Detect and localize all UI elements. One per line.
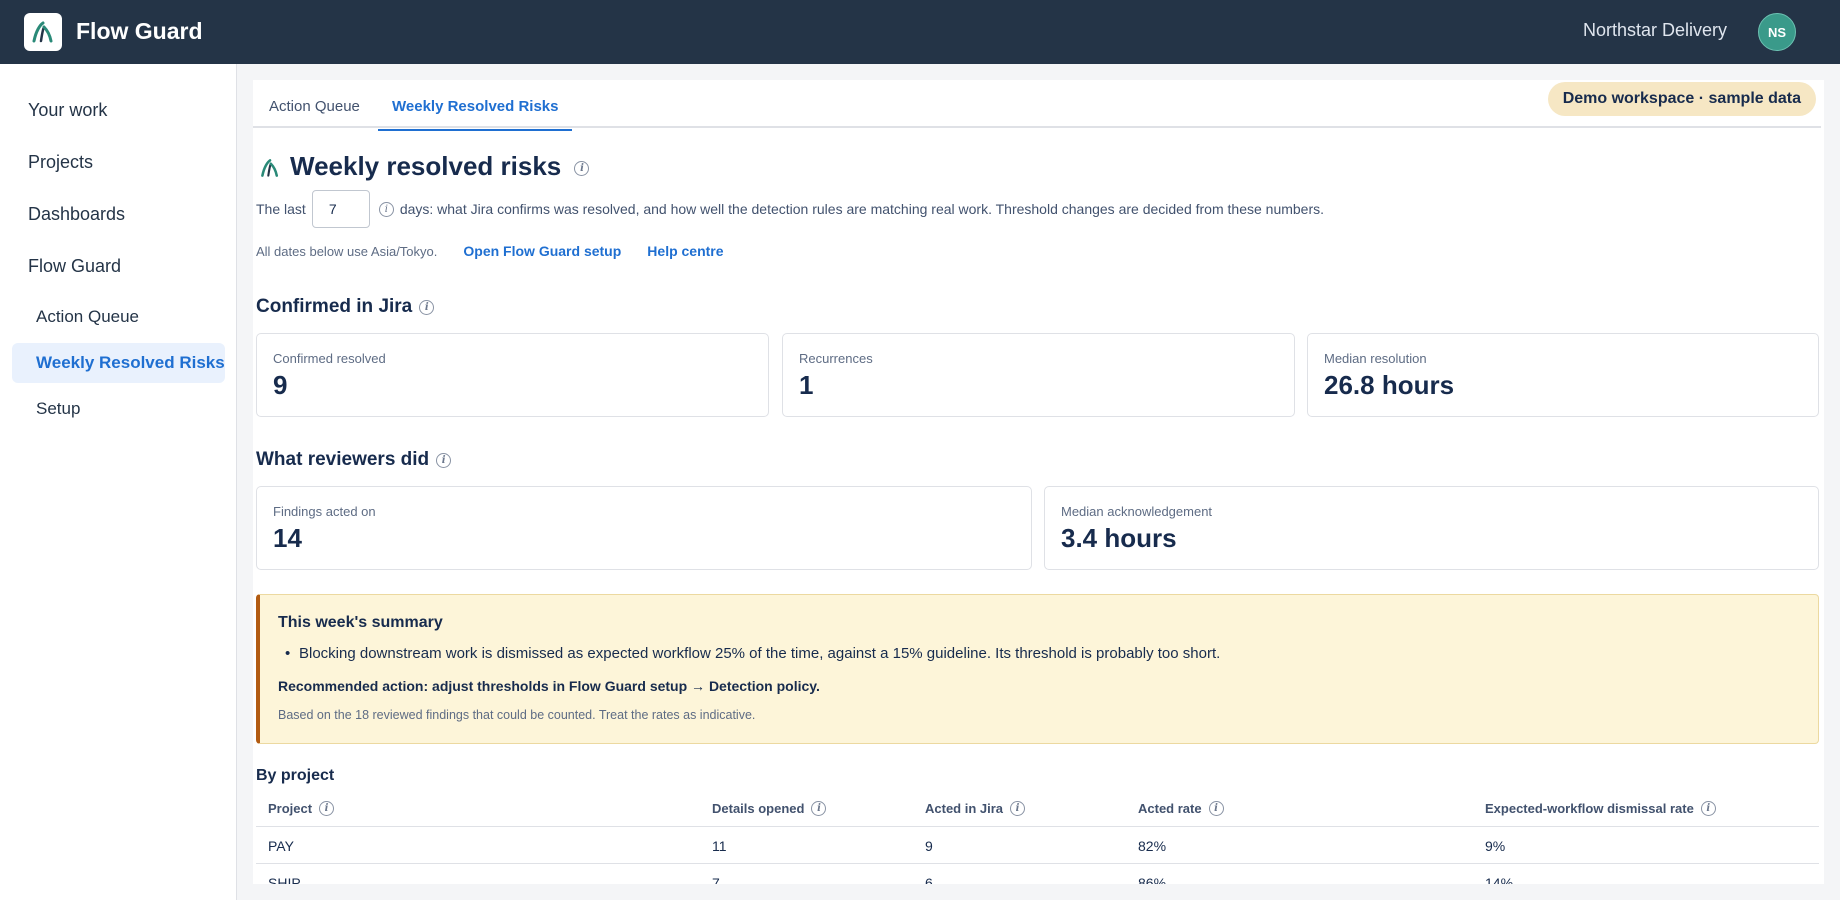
metric-value: 9 — [273, 370, 288, 400]
summary-heading: This week's summary — [278, 614, 443, 631]
sidebar-item-dashboards[interactable]: Dashboards — [28, 204, 125, 225]
tab-weekly-resolved-risks[interactable]: Weekly Resolved Risks — [378, 98, 573, 131]
column-header-label: Expected-workflow dismissal rate — [1485, 801, 1694, 816]
column-header-dismissal-rate[interactable]: Expected-workflow dismissal rate i — [1485, 790, 1716, 827]
info-icon[interactable]: i — [574, 161, 590, 176]
sidebar-item-projects[interactable]: Projects — [28, 152, 93, 173]
metric-card-confirmed-resolved: Confirmed resolved 9 — [256, 333, 769, 417]
metric-value: 14 — [273, 523, 302, 553]
reviewers-heading: What reviewers did i — [256, 449, 452, 471]
main-panel: Action Queue Weekly Resolved Risks Demo … — [253, 80, 1824, 884]
info-icon[interactable]: i — [1208, 801, 1224, 816]
open-setup-link[interactable]: Open Flow Guard setup — [463, 243, 621, 259]
metric-label: Confirmed resolved — [273, 351, 386, 366]
recommended-action: Recommended action: adjust thresholds in… — [278, 678, 820, 694]
metric-label: Recurrences — [799, 351, 873, 366]
sidebar-item-your-work[interactable]: Your work — [28, 100, 107, 121]
workspace-name[interactable]: Northstar Delivery — [1583, 20, 1727, 41]
subtitle-suffix: days: what Jira confirms was resolved, a… — [399, 201, 1325, 217]
summary-note: Based on the 18 reviewed findings that c… — [278, 708, 756, 722]
flow-guard-logo-icon — [261, 159, 279, 177]
info-icon[interactable]: i — [811, 801, 827, 816]
reviewers-heading-text: What reviewers did — [256, 449, 430, 470]
cell-acted-in-jira: 9 — [925, 837, 933, 854]
metric-label: Median resolution — [1324, 351, 1427, 366]
metric-value: 1 — [799, 370, 814, 400]
sidebar-item-action-queue[interactable]: Action Queue — [12, 297, 225, 337]
demo-workspace-badge: Demo workspace · sample data — [1547, 82, 1816, 116]
cell-acted-in-jira: 6 — [925, 874, 933, 885]
days-input[interactable] — [311, 190, 370, 228]
column-header-label: Project — [268, 801, 313, 816]
column-header-label: Acted in Jira — [925, 801, 1004, 816]
tab-action-queue[interactable]: Action Queue — [255, 98, 374, 129]
sidebar-item-setup[interactable]: Setup — [12, 389, 225, 429]
sidebar: Your work Projects Dashboards Flow Guard… — [0, 64, 237, 900]
avatar[interactable]: NS — [1758, 13, 1796, 51]
info-icon[interactable]: i — [319, 801, 335, 816]
metric-label: Findings acted on — [273, 504, 376, 519]
info-icon[interactable]: i — [1010, 801, 1026, 816]
column-header-details-opened[interactable]: Details opened i — [712, 790, 827, 827]
cell-details-opened: 11 — [712, 837, 727, 854]
table-row[interactable]: PAY 11 9 82% 9% — [256, 827, 1819, 864]
metric-card-median-acknowledgement: Median acknowledgement 3.4 hours — [1044, 486, 1819, 570]
top-bar: Flow Guard Northstar Delivery NS — [0, 0, 1840, 64]
column-header-project[interactable]: Project i — [268, 790, 335, 827]
weekly-summary-panel: This week's summary Blocking downstream … — [256, 594, 1819, 744]
metric-card-recurrences: Recurrences 1 — [782, 333, 1295, 417]
links-row: All dates below use Asia/Tokyo. Open Flo… — [256, 243, 724, 259]
metric-card-findings-acted-on: Findings acted on 14 — [256, 486, 1032, 570]
info-icon[interactable]: i — [1700, 801, 1716, 816]
subtitle-prefix: The last — [256, 201, 306, 217]
table-row[interactable]: SHIP 7 6 86% 14% — [256, 864, 1819, 885]
cell-dismissal-rate: 14% — [1485, 874, 1514, 885]
metric-label: Median acknowledgement — [1061, 504, 1213, 519]
cell-project: SHIP — [268, 874, 301, 885]
table-header-row: Project i Details opened i Acted in Jira i … — [256, 790, 1819, 827]
page-title-text: Weekly resolved risks — [290, 151, 562, 181]
metric-value: 3.4 hours — [1061, 523, 1177, 553]
page-title: Weekly resolved risks i — [290, 151, 590, 182]
info-icon[interactable]: i — [419, 299, 435, 315]
column-header-label: Details opened — [712, 801, 805, 816]
help-centre-link[interactable]: Help centre — [647, 243, 723, 259]
column-header-acted-in-jira[interactable]: Acted in Jira i — [925, 790, 1026, 827]
sidebar-item-flow-guard[interactable]: Flow Guard — [28, 256, 121, 277]
column-header-acted-rate[interactable]: Acted rate i — [1138, 790, 1224, 827]
confirmed-heading: Confirmed in Jira i — [256, 296, 435, 318]
cell-acted-rate: 82% — [1138, 837, 1167, 854]
confirmed-heading-text: Confirmed in Jira — [256, 296, 413, 317]
metric-card-median-resolution: Median resolution 26.8 hours — [1307, 333, 1819, 417]
timezone-note: All dates below use Asia/Tokyo. — [256, 243, 438, 259]
column-header-label: Acted rate — [1138, 801, 1202, 816]
flow-guard-logo[interactable] — [24, 13, 62, 51]
info-icon[interactable]: i — [378, 201, 394, 217]
cell-dismissal-rate: 9% — [1485, 837, 1506, 854]
sidebar-item-weekly-resolved-risks[interactable]: Weekly Resolved Risks — [12, 343, 225, 383]
summary-bullet: Blocking downstream work is dismissed as… — [285, 645, 1220, 662]
cell-project: PAY — [268, 837, 294, 854]
subtitle-row: The last i days: what Jira confirms was … — [256, 190, 1324, 228]
cell-details-opened: 7 — [712, 874, 720, 885]
by-project-table: Project i Details opened i Acted in Jira i … — [256, 790, 1819, 884]
cell-acted-rate: 86% — [1138, 874, 1167, 885]
by-project-heading: By project — [256, 767, 335, 784]
metric-value: 26.8 hours — [1324, 370, 1455, 400]
info-icon[interactable]: i — [436, 452, 452, 468]
app-title: Flow Guard — [76, 18, 203, 44]
flow-guard-logo-icon — [32, 21, 53, 43]
